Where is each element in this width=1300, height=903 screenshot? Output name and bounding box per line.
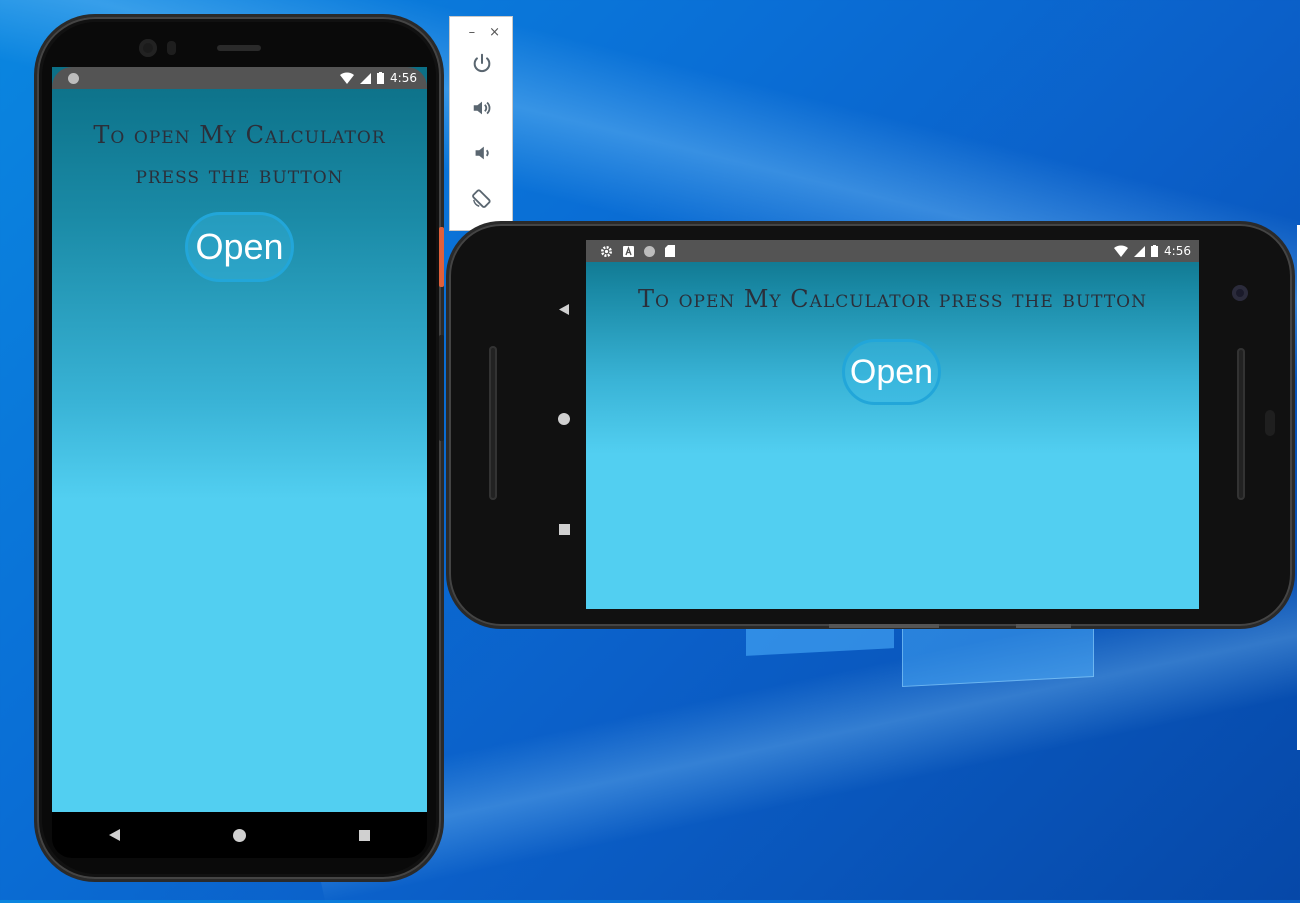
volume-up-button[interactable] xyxy=(450,85,514,130)
back-button[interactable] xyxy=(544,294,584,324)
navigation-bar xyxy=(547,294,581,544)
rotate-icon xyxy=(472,188,491,208)
toolbar-window-controls: – × xyxy=(450,17,512,40)
portrait-screen: 4:56 To open My Calculator press the but… xyxy=(52,67,427,812)
back-icon xyxy=(108,829,120,841)
close-button[interactable]: × xyxy=(489,25,500,40)
status-time: 4:56 xyxy=(1164,244,1191,258)
speaker-grille xyxy=(1237,348,1245,500)
open-button[interactable]: Open xyxy=(842,339,941,405)
rotate-button[interactable] xyxy=(450,175,514,220)
front-sensor xyxy=(1265,410,1275,436)
wifi-icon xyxy=(1114,245,1129,257)
home-button[interactable] xyxy=(544,404,584,434)
a-icon xyxy=(623,245,634,257)
volume-up-icon xyxy=(473,101,491,114)
status-time: 4:56 xyxy=(390,71,417,85)
battery-icon xyxy=(1151,245,1159,257)
instruction-line-1: To open My Calculator xyxy=(93,121,386,149)
open-button[interactable]: Open xyxy=(185,212,294,282)
landscape-device: 4:56 To open My Calculator press the but… xyxy=(449,224,1292,628)
front-camera xyxy=(139,39,157,57)
home-button[interactable] xyxy=(220,820,260,850)
recents-button[interactable] xyxy=(345,820,385,850)
back-icon xyxy=(558,303,569,315)
circle-icon xyxy=(68,72,79,84)
device-power-key[interactable] xyxy=(1016,624,1071,628)
navigation-bar xyxy=(52,812,427,858)
device-power-key[interactable] xyxy=(439,227,444,287)
volume-down-icon xyxy=(475,146,489,159)
status-bar: 4:56 xyxy=(586,240,1199,262)
recents-button[interactable] xyxy=(544,514,584,544)
wifi-icon xyxy=(340,72,355,84)
signal-icon xyxy=(1134,245,1146,257)
earpiece-speaker xyxy=(217,45,261,51)
device-volume-key[interactable] xyxy=(829,624,939,628)
recents-icon xyxy=(558,523,570,535)
battery-icon xyxy=(377,72,385,84)
home-icon xyxy=(233,828,246,842)
circle-icon xyxy=(644,245,655,257)
front-camera xyxy=(1232,285,1248,301)
front-sensor xyxy=(167,41,176,55)
home-icon xyxy=(558,413,570,425)
power-button[interactable] xyxy=(450,40,514,85)
portrait-device: 4:56 To open My Calculator press the but… xyxy=(37,17,444,879)
speaker-grille xyxy=(489,346,497,500)
gear-icon xyxy=(601,245,612,257)
status-bar: 4:56 xyxy=(52,67,427,89)
instruction-text: To open My Calculator press the button xyxy=(638,285,1147,313)
instruction-line-2: press the button xyxy=(135,161,344,189)
instruction-text: To open My Calculator press the button xyxy=(52,115,427,195)
minimize-button[interactable]: – xyxy=(469,25,476,40)
signal-icon xyxy=(360,72,372,84)
volume-down-button[interactable] xyxy=(450,130,514,175)
landscape-screen: 4:56 To open My Calculator press the but… xyxy=(586,240,1199,609)
emulator-toolbar: – × xyxy=(449,16,513,231)
recents-icon xyxy=(359,829,370,841)
power-icon xyxy=(473,53,491,72)
back-button[interactable] xyxy=(95,820,135,850)
device-volume-key[interactable] xyxy=(439,335,444,441)
sd-card-icon xyxy=(665,245,675,257)
